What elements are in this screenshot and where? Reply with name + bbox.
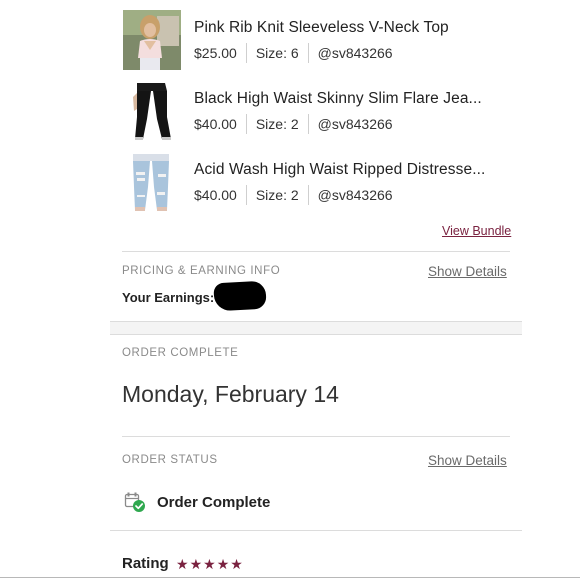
rating-stars: ★ ★ ★ ★ ★	[176, 556, 244, 572]
pricing-section-label: PRICING & EARNING INFO	[122, 265, 281, 277]
list-item[interactable]: Pink Rib Knit Sleeveless V-Neck Top $25.…	[123, 10, 543, 70]
earnings-redaction	[213, 280, 267, 312]
meta-divider	[307, 43, 309, 63]
bottom-edge	[0, 577, 580, 578]
meta-divider	[307, 114, 309, 134]
item-title[interactable]: Acid Wash High Waist Ripped Distresse...	[194, 161, 485, 179]
item-price: $25.00	[194, 45, 237, 61]
meta-divider	[245, 43, 247, 63]
section-separator	[110, 321, 522, 335]
meta-divider	[307, 185, 309, 205]
star-icon: ★	[189, 556, 203, 572]
star-icon: ★	[176, 556, 189, 572]
divider	[122, 251, 510, 252]
order-detail-page: Pink Rib Knit Sleeveless V-Neck Top $25.…	[0, 0, 580, 580]
item-thumbnail-black-jeans[interactable]	[123, 81, 181, 141]
order-status-row: Order Complete	[124, 490, 270, 514]
item-size: Size: 6	[255, 45, 299, 61]
item-price: $40.00	[194, 187, 237, 203]
item-title[interactable]: Black High Waist Skinny Slim Flare Jea..…	[194, 90, 482, 108]
order-complete-date: Monday, February 14	[122, 381, 339, 407]
item-meta: $40.00 Size: 2 @sv843266	[194, 114, 393, 134]
view-bundle-link[interactable]: View Bundle	[442, 224, 511, 238]
item-seller[interactable]: @sv843266	[318, 45, 393, 61]
divider	[122, 436, 510, 437]
meta-divider	[245, 185, 247, 205]
list-item[interactable]: Black High Waist Skinny Slim Flare Jea..…	[123, 81, 543, 141]
item-price: $40.00	[194, 116, 237, 132]
meta-divider	[245, 114, 247, 134]
order-complete-check-icon	[124, 492, 145, 512]
item-size: Size: 2	[255, 116, 299, 132]
star-icon: ★	[203, 556, 216, 572]
list-item[interactable]: Acid Wash High Waist Ripped Distresse...…	[123, 152, 543, 212]
ripped-jeans-photo-icon	[123, 152, 181, 212]
item-meta: $25.00 Size: 6 @sv843266	[194, 43, 393, 63]
order-complete-section-label: ORDER COMPLETE	[122, 347, 239, 359]
item-size: Size: 2	[255, 187, 299, 203]
rating-label: Rating	[122, 555, 169, 572]
pricing-show-details-link[interactable]: Show Details	[428, 264, 507, 279]
item-meta: $40.00 Size: 2 @sv843266	[194, 185, 393, 205]
order-status-text: Order Complete	[157, 493, 271, 511]
divider	[110, 530, 522, 531]
item-seller[interactable]: @sv843266	[318, 187, 393, 203]
item-thumbnail-ripped-jeans[interactable]	[123, 152, 181, 212]
black-jeans-photo-icon	[123, 81, 181, 141]
earnings-label: Your Earnings:	[122, 290, 215, 305]
star-icon: ★	[230, 556, 243, 572]
star-icon: ★	[216, 556, 230, 572]
pink-top-photo-icon	[123, 10, 181, 70]
item-thumbnail-pink-top[interactable]	[123, 10, 181, 70]
order-status-section-label: ORDER STATUS	[122, 454, 218, 466]
order-status-show-details-link[interactable]: Show Details	[428, 453, 507, 468]
item-title[interactable]: Pink Rib Knit Sleeveless V-Neck Top	[194, 19, 449, 37]
item-seller[interactable]: @sv843266	[318, 116, 393, 132]
